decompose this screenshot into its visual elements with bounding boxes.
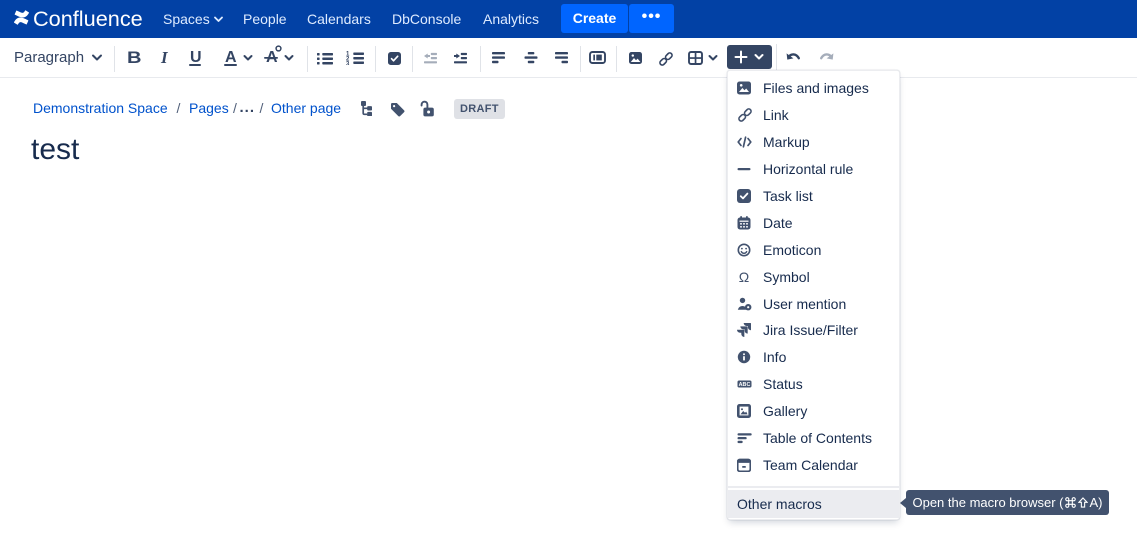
svg-text:3: 3: [346, 62, 350, 65]
svg-text:ABC: ABC: [739, 382, 751, 388]
svg-text:Ω: Ω: [739, 270, 749, 284]
